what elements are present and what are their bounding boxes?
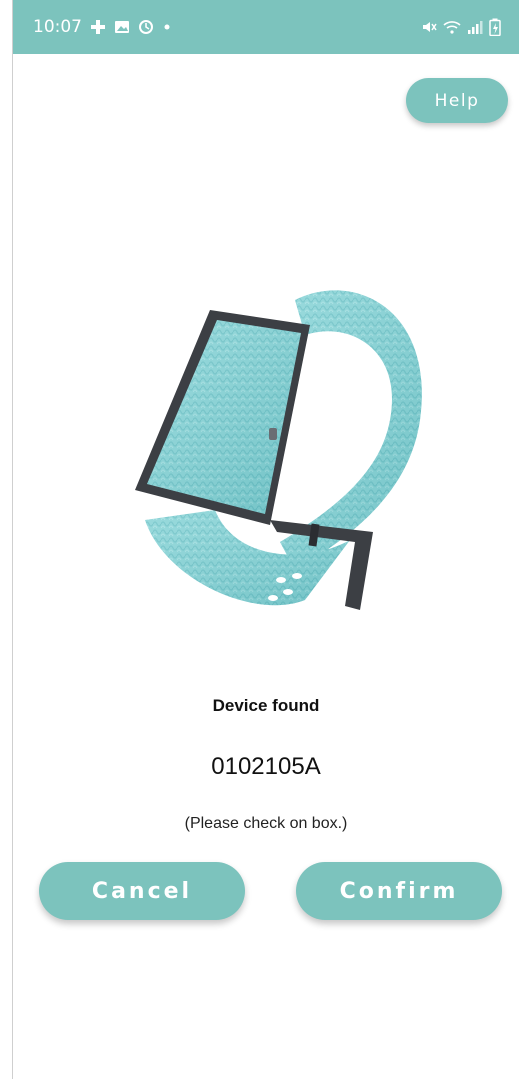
- device-id: 0102105A: [211, 753, 321, 780]
- alarm-icon: [138, 19, 154, 35]
- mute-icon: [421, 19, 437, 35]
- status-bar: 10:07: [13, 0, 519, 54]
- dot-icon: [162, 22, 172, 32]
- check-box-note: (Please check on box.): [184, 815, 348, 832]
- status-left-group: 10:07: [33, 17, 172, 37]
- fitness-band-image: [105, 280, 445, 640]
- cancel-button[interactable]: Cancel: [39, 862, 245, 920]
- health-plus-icon: [90, 19, 106, 35]
- signal-icon: [467, 19, 483, 35]
- battery-charging-icon: [489, 18, 501, 36]
- gallery-icon: [114, 19, 130, 35]
- wifi-icon: [443, 19, 461, 35]
- status-time: 10:07: [33, 17, 82, 37]
- device-found-label: Device found: [212, 696, 320, 715]
- left-edge: [0, 0, 13, 1079]
- help-button[interactable]: Help: [406, 78, 508, 123]
- status-right-group: [421, 18, 501, 36]
- confirm-button[interactable]: Confirm: [296, 862, 502, 920]
